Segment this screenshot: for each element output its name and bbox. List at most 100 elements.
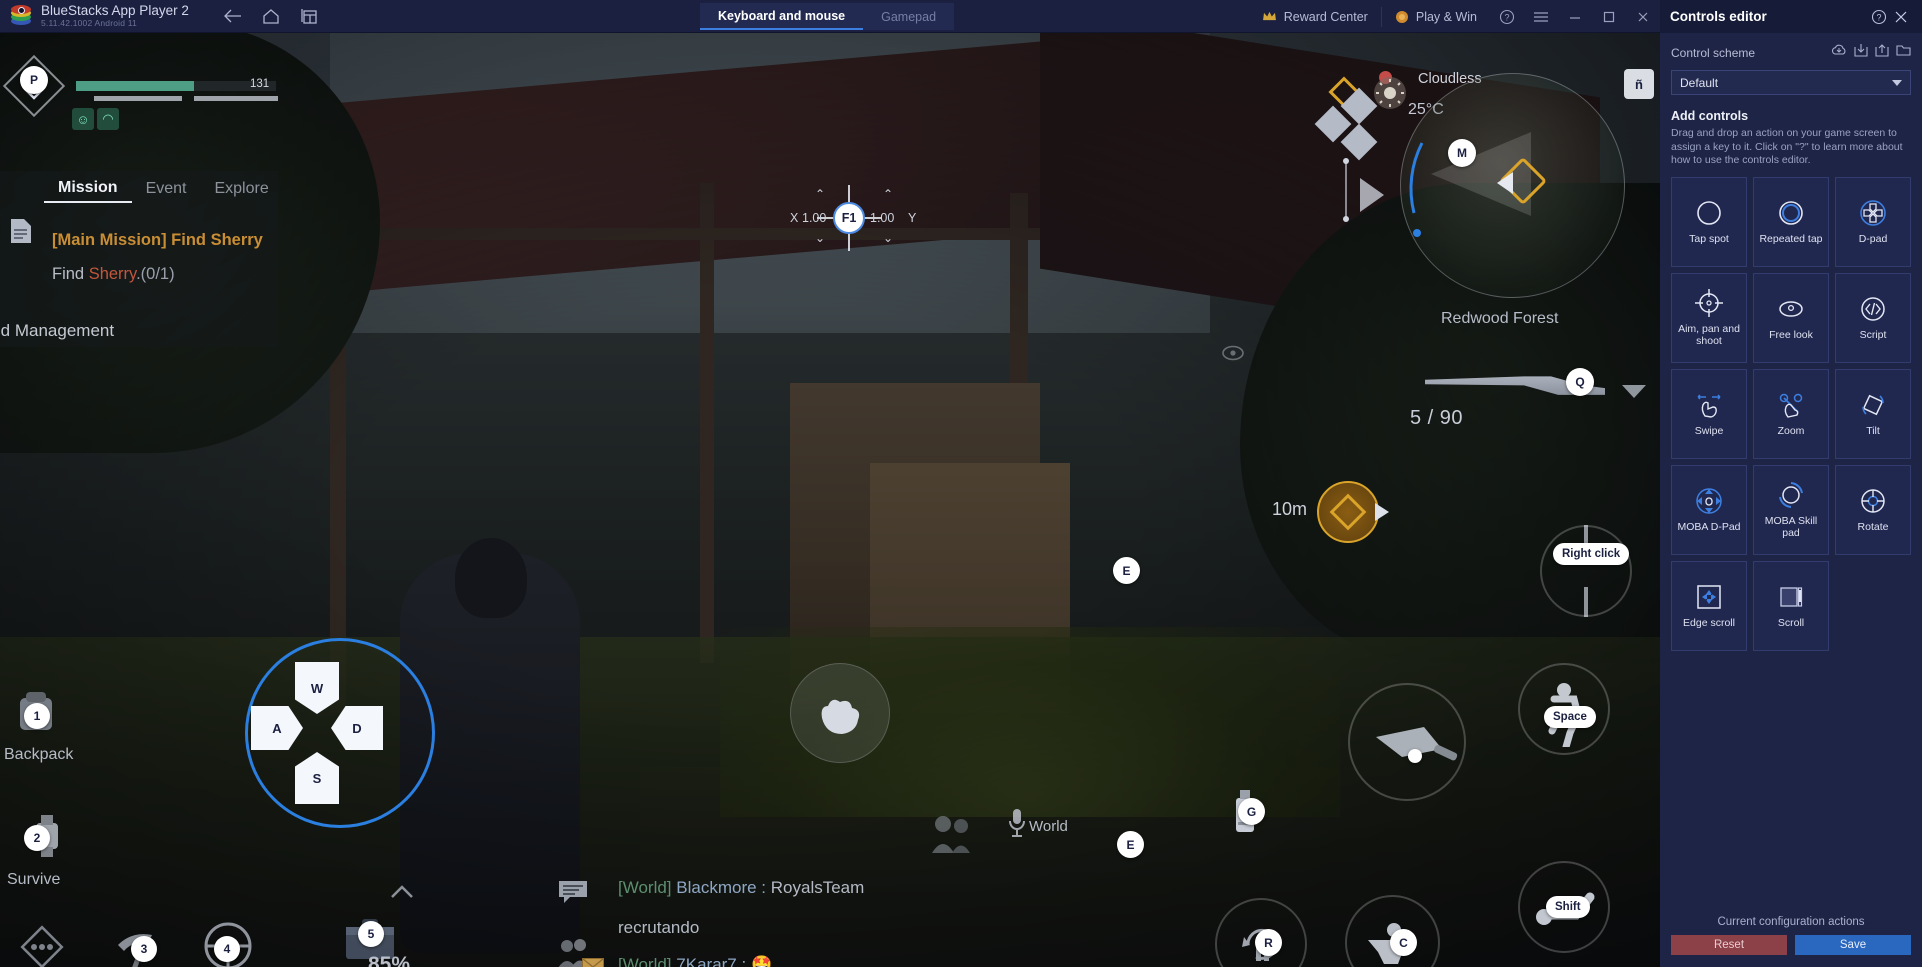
tab-gamepad[interactable]: Gamepad bbox=[863, 3, 954, 30]
key-5[interactable]: 5 bbox=[358, 921, 384, 947]
mission-tab-group: Mission Event Explore bbox=[44, 175, 283, 203]
scroll-icon bbox=[1780, 587, 1803, 607]
buff-icon: ◠ bbox=[97, 108, 119, 130]
play-triangle-icon[interactable] bbox=[1360, 178, 1384, 212]
health-value: 131 bbox=[250, 78, 270, 90]
panel-title: Controls editor bbox=[1670, 9, 1767, 24]
key-3[interactable]: 3 bbox=[131, 936, 157, 962]
slider-handle-top bbox=[1343, 158, 1349, 164]
chevron-up-icon[interactable] bbox=[390, 883, 414, 901]
close-icon[interactable] bbox=[1890, 6, 1912, 28]
tab-keyboard-and-mouse[interactable]: Keyboard and mouse bbox=[700, 3, 864, 30]
control-d-pad[interactable]: D-pad bbox=[1835, 176, 1911, 267]
help-circle-icon[interactable]: ? bbox=[1868, 6, 1890, 28]
control-script[interactable]: Script bbox=[1835, 272, 1911, 363]
multi-instance-icon[interactable] bbox=[300, 8, 318, 24]
key-m[interactable]: M bbox=[1448, 139, 1476, 167]
control-scroll[interactable]: Scroll bbox=[1753, 560, 1829, 651]
tab-explore[interactable]: Explore bbox=[200, 175, 282, 203]
chevron-down-icon[interactable]: ⌄ bbox=[815, 231, 825, 245]
control-label: D-pad bbox=[1858, 232, 1888, 245]
scope-control[interactable] bbox=[1540, 525, 1632, 617]
import-icon[interactable] bbox=[1854, 43, 1868, 62]
team-icon bbox=[932, 816, 970, 853]
backpack-label: Backpack bbox=[4, 746, 74, 763]
weapon-switch-icon[interactable] bbox=[1622, 385, 1646, 398]
control-tilt[interactable]: Tilt bbox=[1835, 368, 1911, 459]
minimap-progress-arc bbox=[1409, 142, 1424, 237]
d-pad-icon bbox=[1860, 199, 1886, 226]
hamburger-menu-icon[interactable] bbox=[1524, 0, 1558, 33]
chevron-up-icon[interactable]: ⌃ bbox=[815, 187, 825, 201]
control-moba-d-pad[interactable]: MOBA D-Pad bbox=[1671, 464, 1747, 555]
control-scheme-section: Control scheme Default Add controls Drag… bbox=[1660, 33, 1922, 651]
control-edge-scroll[interactable]: Edge scroll bbox=[1671, 560, 1747, 651]
help-circle-icon[interactable]: ? bbox=[1490, 0, 1524, 33]
key-right-click[interactable]: Right click bbox=[1553, 543, 1630, 565]
chat-line-1: [World] Blackmore : RoyalsTeam bbox=[618, 878, 864, 898]
moba-skillpad-icon bbox=[1779, 481, 1803, 508]
cloud-sync-icon[interactable] bbox=[1831, 43, 1847, 62]
key-p[interactable]: P bbox=[20, 66, 48, 94]
key-2[interactable]: 2 bbox=[24, 825, 50, 851]
key-f1[interactable]: F1 bbox=[833, 202, 865, 234]
reset-button[interactable]: Reset bbox=[1671, 935, 1787, 955]
key-space[interactable]: Space bbox=[1544, 706, 1596, 728]
minimize-icon[interactable] bbox=[1558, 0, 1592, 33]
key-q[interactable]: Q bbox=[1566, 368, 1594, 396]
hand-icon bbox=[821, 699, 860, 734]
chevron-up-icon[interactable]: ⌃ bbox=[883, 187, 893, 201]
scheme-actions bbox=[1831, 43, 1911, 62]
folder-icon[interactable] bbox=[1896, 43, 1911, 62]
save-button[interactable]: Save bbox=[1795, 935, 1911, 955]
microphone-icon[interactable] bbox=[1008, 808, 1026, 838]
reward-center-label: Reward Center bbox=[1283, 9, 1368, 24]
tab-event[interactable]: Event bbox=[132, 175, 201, 203]
control-repeated-tap[interactable]: Repeated tap bbox=[1753, 176, 1829, 267]
key-enye[interactable]: ñ bbox=[1624, 69, 1654, 99]
control-swipe[interactable]: Swipe bbox=[1671, 368, 1747, 459]
close-icon[interactable] bbox=[1626, 0, 1660, 33]
key-r[interactable]: R bbox=[1255, 929, 1282, 956]
key-e-1[interactable]: E bbox=[1113, 557, 1140, 584]
home-icon[interactable] bbox=[262, 8, 280, 24]
key-g[interactable]: G bbox=[1238, 798, 1265, 825]
coin-icon bbox=[1395, 10, 1408, 23]
knife-control[interactable] bbox=[1348, 683, 1466, 801]
control-label: Tilt bbox=[1866, 424, 1880, 437]
tab-mission[interactable]: Mission bbox=[44, 175, 132, 203]
rotate-icon bbox=[1861, 489, 1885, 513]
key-1[interactable]: 1 bbox=[24, 703, 50, 729]
mail-icon[interactable] bbox=[582, 958, 604, 967]
app-title: BlueStacks App Player 2 bbox=[41, 2, 189, 18]
add-controls-title: Add controls bbox=[1671, 109, 1749, 123]
aim-pan-shoot-control[interactable]: X 1.00 1.00 Y ⌃ ⌄ ⌃ ⌄ F1 bbox=[790, 185, 920, 251]
reward-center-button[interactable]: Reward Center bbox=[1249, 0, 1381, 33]
control-moba-skill-pad[interactable]: MOBA Skill pad bbox=[1753, 464, 1829, 555]
chevron-down-icon[interactable]: ⌄ bbox=[883, 231, 893, 245]
moba-dpad-icon bbox=[1696, 488, 1722, 514]
key-c[interactable]: C bbox=[1390, 929, 1417, 956]
play-and-win-button[interactable]: Play & Win bbox=[1382, 0, 1490, 33]
control-free-look[interactable]: Free look bbox=[1753, 272, 1829, 363]
key-4[interactable]: 4 bbox=[214, 936, 240, 962]
app-version: 5.11.42.1002 Android 11 bbox=[41, 17, 137, 28]
maximize-icon[interactable] bbox=[1592, 0, 1626, 33]
script-icon bbox=[1861, 297, 1885, 321]
control-rotate[interactable]: Rotate bbox=[1835, 464, 1911, 555]
back-icon[interactable] bbox=[223, 8, 242, 24]
tilt-icon bbox=[1862, 394, 1884, 416]
key-e-2[interactable]: E bbox=[1117, 831, 1144, 858]
control-aim-pan-shoot[interactable]: Aim, pan and shoot bbox=[1671, 272, 1747, 363]
key-shift[interactable]: Shift bbox=[1546, 896, 1590, 918]
control-scheme-select[interactable]: Default bbox=[1671, 70, 1911, 95]
game-viewport[interactable]: P 131 ☺ ◠ Mission Event Explore [Main Mi… bbox=[0, 33, 1660, 967]
control-zoom[interactable]: Zoom bbox=[1753, 368, 1829, 459]
control-tap-spot[interactable]: Tap spot bbox=[1671, 176, 1747, 267]
crouch-control[interactable] bbox=[1345, 895, 1440, 967]
durability-label: 85% bbox=[368, 953, 411, 967]
vertical-slider[interactable] bbox=[1345, 161, 1347, 219]
export-icon[interactable] bbox=[1875, 43, 1889, 62]
interact-button[interactable] bbox=[1317, 481, 1379, 543]
knife-key-indicator[interactable] bbox=[1408, 749, 1422, 763]
